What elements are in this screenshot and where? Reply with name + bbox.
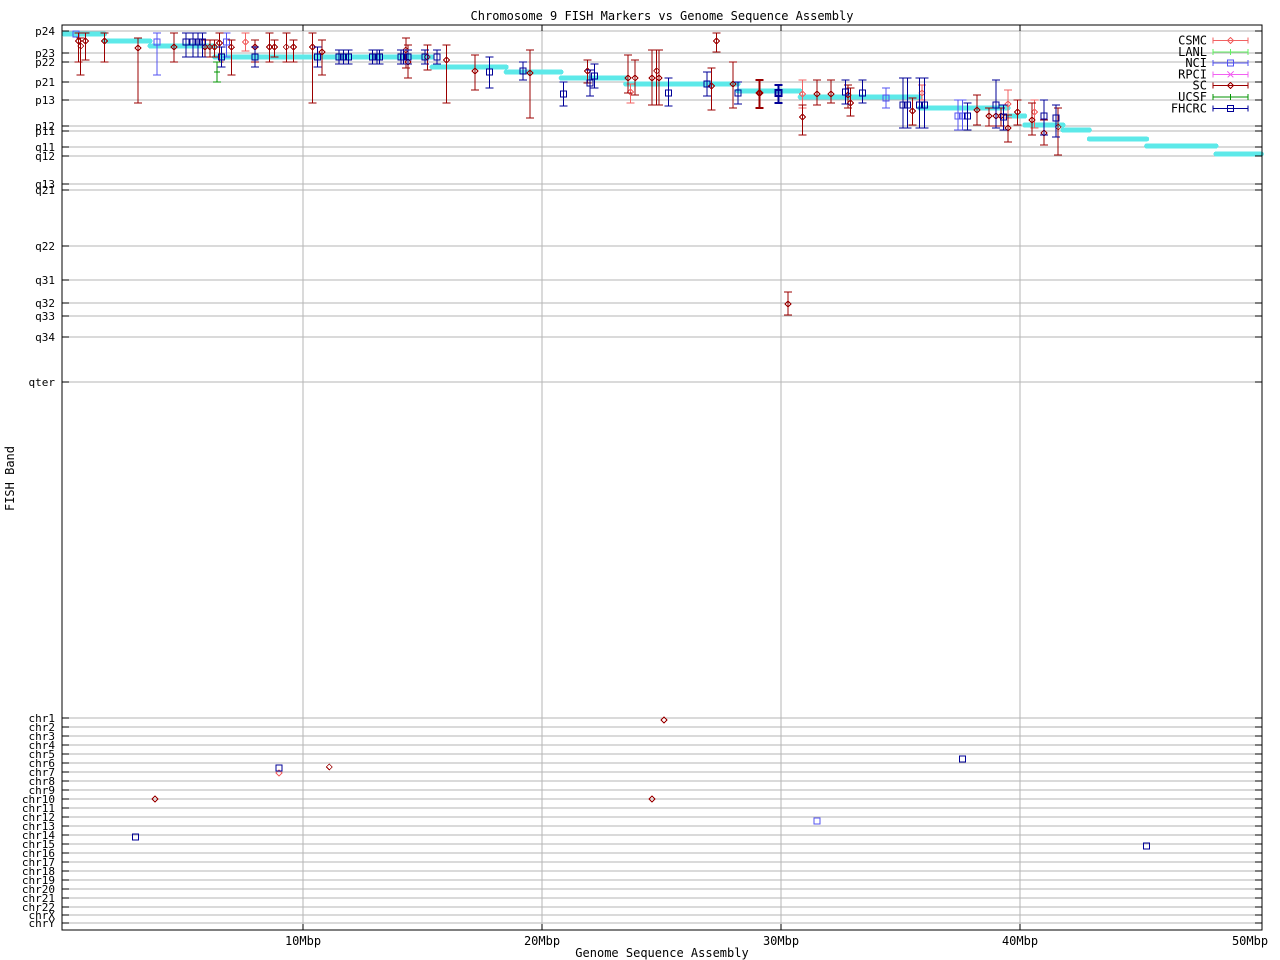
band-label: q33 [35, 310, 55, 323]
band-label: p22 [35, 56, 55, 69]
marker-tick [1228, 49, 1234, 55]
x-tick-label: 20Mbp [524, 934, 560, 948]
fish-marker-plot-page: Chromosome 9 FISH Markers vs Genome Sequ… [0, 0, 1280, 960]
legend-label-fhcrc: FHCRC [1171, 101, 1207, 115]
x-tick-label: 10Mbp [285, 934, 321, 948]
band-label: q32 [35, 297, 55, 310]
series-sc [74, 33, 1062, 802]
marker-tick [1228, 94, 1234, 100]
band-label: q22 [35, 240, 55, 253]
axes-layer: 10Mbp20Mbp30Mbp40Mbp50Mbpp24p23p22p21p13… [22, 25, 1268, 948]
marker-tick [214, 69, 220, 75]
x-tick-label: 40Mbp [1002, 934, 1038, 948]
grid-layer [62, 25, 1262, 930]
band-label: q21 [35, 184, 55, 197]
band-label: qter [29, 376, 56, 389]
series-csmc [242, 33, 1039, 776]
band-label: chrY [29, 917, 56, 930]
plot-frame [62, 25, 1262, 930]
marker-diamond [326, 764, 332, 770]
x-tick-label: 50Mbp [1232, 934, 1268, 948]
band-label: p11 [35, 125, 55, 138]
series-nci [73, 31, 967, 824]
band-label: q31 [35, 274, 55, 287]
legend: CSMCLANLNCIRPCISCUCSFFHCRC [1171, 34, 1248, 116]
band-label: p13 [35, 94, 55, 107]
assembly-track [64, 34, 1261, 154]
band-label: q34 [35, 331, 55, 344]
x-tick-label: 30Mbp [763, 934, 799, 948]
marker-square [814, 818, 820, 824]
marker-square [960, 756, 966, 762]
chart-canvas: 10Mbp20Mbp30Mbp40Mbp50Mbpp24p23p22p21p13… [0, 0, 1280, 960]
band-label: p24 [35, 25, 55, 38]
band-label: p21 [35, 76, 55, 89]
band-label: q12 [35, 150, 55, 163]
series-ucsf [213, 62, 221, 82]
